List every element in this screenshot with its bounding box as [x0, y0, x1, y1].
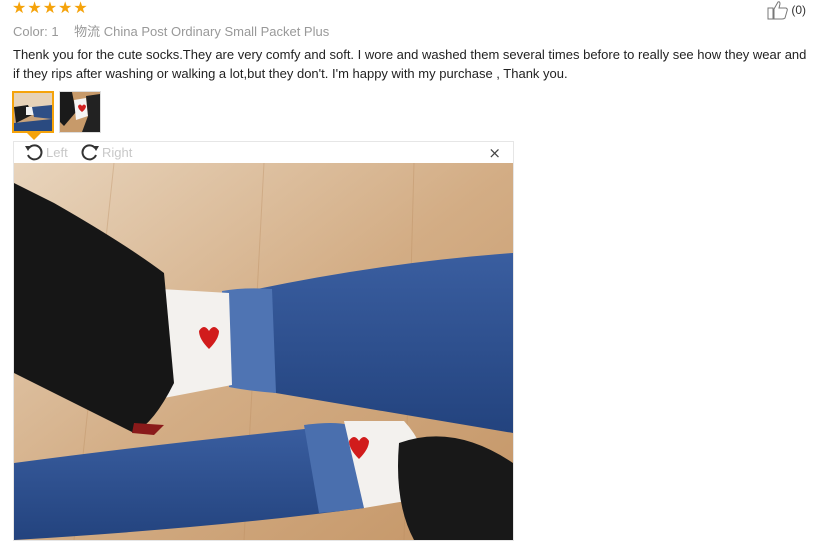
thumbnail-photo-2[interactable] [59, 91, 101, 133]
active-thumbnail-caret [27, 133, 41, 140]
close-icon[interactable]: × [488, 144, 501, 162]
thumbs-up-icon [767, 1, 789, 20]
rotate-left-icon [25, 144, 43, 161]
thumbnail-photo-1[interactable] [12, 91, 54, 133]
shipping-method: 物流 China Post Ordinary Small Packet Plus [74, 24, 330, 39]
star-icon: ★ [12, 0, 27, 17]
color-label: Color: [13, 24, 48, 39]
rating-stars: ★ ★ ★ ★ ★ [12, 0, 88, 16]
helpful-count: (0) [791, 3, 806, 17]
rotate-left-button[interactable]: Left [24, 143, 68, 161]
review-photo [14, 163, 513, 540]
star-icon: ★ [73, 0, 88, 17]
rotate-right-label: Right [102, 144, 133, 160]
thumbnail-image [14, 93, 52, 131]
review-thumbnails [12, 91, 101, 133]
viewer-toolbar: Left Right × [14, 142, 513, 163]
star-icon: ★ [27, 0, 42, 17]
image-viewer: Left Right × [13, 141, 514, 541]
thumbnail-image [60, 92, 100, 132]
rotate-right-button[interactable]: Right [80, 143, 132, 161]
star-icon: ★ [58, 0, 73, 17]
color-value: 1 [51, 24, 59, 39]
review-meta: Color: 1 物流 China Post Ordinary Small Pa… [13, 21, 329, 40]
rotate-left-label: Left [46, 144, 68, 160]
helpful-button[interactable]: (0) [767, 0, 806, 20]
star-icon: ★ [42, 0, 58, 17]
review-text: Thenk you for the cute socks.They are ve… [13, 47, 807, 81]
socks-photo-image [14, 163, 513, 540]
rotate-right-icon [81, 144, 99, 161]
